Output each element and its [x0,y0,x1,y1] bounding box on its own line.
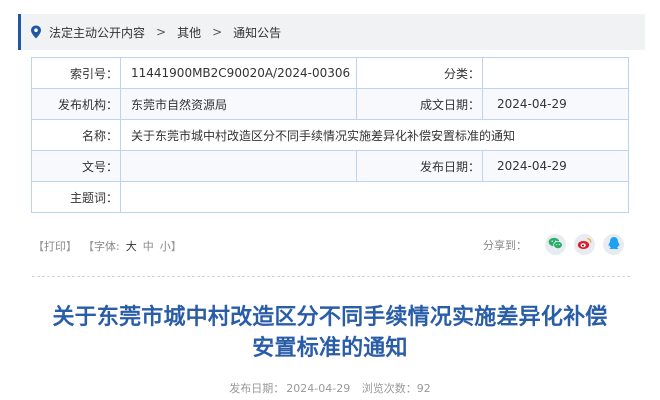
breadcrumb-separator: > [156,25,167,39]
breadcrumb-item-public-content[interactable]: 法定主动公开内容 [49,24,145,41]
written-date-value: 2024-04-29 [482,88,629,120]
publisher-label: 发布机构： [31,88,121,120]
index-label: 索引号： [31,57,121,89]
article-date-label: 发布日期： [229,382,285,395]
article-title: 关于东莞市城中村改造区分不同手续情况实施差异化补偿 安置标准的通知 [20,302,640,364]
tools-bar: 【 打印 】 【 字体: 大 中 小 】 [33,238,182,254]
table-row: 主题词： [31,181,629,213]
qq-icon [608,236,620,253]
subject-label: 主题词： [31,181,121,213]
breadcrumb: 法定主动公开内容 > 其他 > 通知公告 [18,14,645,50]
share-bar: 分享到： [483,234,624,255]
article-title-line-1: 关于东莞市城中村改造区分不同手续情况实施差异化补偿 [52,305,608,330]
article-meta: 发布日期： 2024-04-29 浏览次数：92 [0,380,660,396]
table-row: 名称： 关于东莞市城中村改造区分不同手续情况实施差异化补偿安置标准的通知 [31,119,629,151]
print-button[interactable]: 打印 [44,238,66,254]
table-row: 发布机构： 东莞市自然资源局 成文日期： 2024-04-29 [31,88,629,120]
doc-no-label: 文号： [31,150,121,182]
publish-date-value: 2024-04-29 [482,150,629,182]
share-weibo-button[interactable] [574,234,595,255]
written-date-label: 成文日期： [356,88,483,120]
views-label: 浏览次数： [361,382,417,395]
article-title-line-2: 安置标准的通知 [252,336,408,361]
breadcrumb-separator: > [212,25,223,39]
table-row: 索引号： 11441900MB2C90020A/2024-00306 分类： [31,57,629,89]
name-label: 名称： [31,119,121,151]
weibo-icon [577,237,592,253]
share-wechat-button[interactable] [545,234,566,255]
font-small-button[interactable]: 小 [160,238,171,254]
table-row: 文号： 发布日期： 2024-04-29 [31,150,629,182]
views-count: 92 [416,382,431,395]
publish-date-label: 发布日期： [356,150,483,182]
share-label: 分享到： [483,238,527,252]
doc-no-value [120,150,357,182]
font-size-label: 字体: [94,240,120,253]
category-value [482,57,629,89]
breadcrumb-item-other[interactable]: 其他 [177,24,201,41]
breadcrumb-item-notices[interactable]: 通知公告 [233,24,281,41]
location-pin-icon [30,25,42,39]
publisher-value: 东莞市自然资源局 [120,88,357,120]
subject-value [120,181,629,213]
category-label: 分类： [356,57,483,89]
name-value: 关于东莞市城中村改造区分不同手续情况实施差异化补偿安置标准的通知 [120,119,629,151]
index-value: 11441900MB2C90020A/2024-00306 [120,57,357,89]
font-large-button[interactable]: 大 [126,238,137,254]
font-medium-button[interactable]: 中 [143,238,154,254]
share-qq-button[interactable] [603,234,624,255]
document-info-table: 索引号： 11441900MB2C90020A/2024-00306 分类： 发… [31,57,629,213]
article-date-value: 2024-04-29 [286,382,351,395]
wechat-icon [548,237,563,253]
divider [32,276,630,277]
